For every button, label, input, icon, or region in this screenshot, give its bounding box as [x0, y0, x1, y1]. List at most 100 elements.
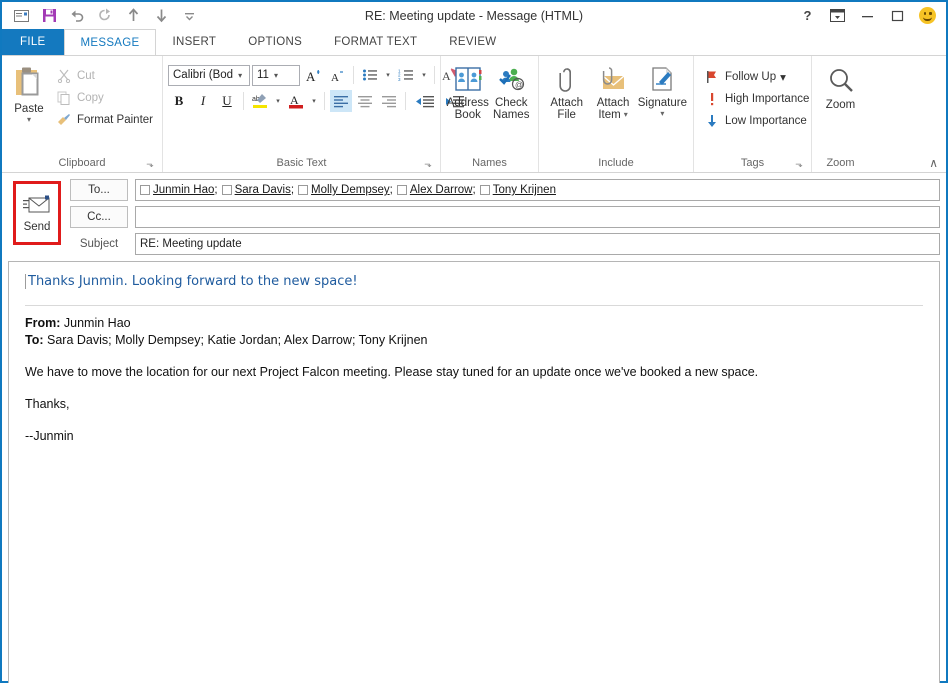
subject-label: Subject: [79, 238, 119, 250]
check-names-button[interactable]: @ Check Names: [490, 62, 534, 121]
recipient-presence-icon: [140, 185, 150, 195]
decrease-indent-button[interactable]: [411, 90, 439, 112]
recipient-token[interactable]: Sara Davis;: [221, 184, 294, 196]
svg-text:A: A: [306, 69, 316, 84]
shrink-font-button[interactable]: A: [326, 64, 348, 86]
tab-options[interactable]: OPTIONS: [232, 29, 318, 55]
to-input[interactable]: Junmin Hao; Sara Davis; Molly Dempsey; Alex…: [135, 179, 940, 201]
recipient-token[interactable]: Junmin Hao;: [140, 184, 218, 196]
low-importance-button[interactable]: Low Importance: [699, 110, 813, 132]
collapse-ribbon-icon[interactable]: ∧: [929, 156, 938, 170]
help-icon[interactable]: ?: [793, 4, 822, 28]
tab-review[interactable]: REVIEW: [433, 29, 512, 55]
paintbrush-icon: [55, 113, 73, 127]
recipient-token[interactable]: Molly Dempsey;: [298, 184, 393, 196]
align-right-button[interactable]: [378, 90, 400, 112]
maximize-icon[interactable]: [883, 4, 912, 28]
recipient-token[interactable]: Tony Krijnen: [479, 184, 556, 196]
group-label-zoom: Zoom: [817, 154, 864, 172]
copy-button[interactable]: Copy: [51, 87, 157, 109]
tab-file[interactable]: FILE: [2, 29, 64, 55]
attach-item-caret-icon[interactable]: ▾: [624, 111, 628, 119]
svg-text:A: A: [290, 93, 299, 107]
subject-input[interactable]: RE: Meeting update: [135, 233, 940, 255]
next-item-icon[interactable]: [148, 5, 174, 27]
cc-input[interactable]: [135, 206, 940, 228]
font-name-caret-icon[interactable]: ▾: [233, 71, 247, 80]
attach-item-button[interactable]: Attach Item ▾: [589, 62, 636, 121]
font-color-caret-icon[interactable]: ▾: [309, 97, 319, 105]
numbering-button[interactable]: 123: [395, 64, 417, 86]
quoted-to-label: To:: [25, 333, 44, 347]
highlight-caret-icon[interactable]: ▾: [273, 97, 283, 105]
flag-icon: [703, 70, 721, 84]
quoted-closing: Thanks,: [25, 397, 70, 411]
italic-button[interactable]: I: [192, 90, 214, 112]
send-button[interactable]: Send: [13, 181, 61, 245]
high-importance-button[interactable]: High Importance: [699, 88, 813, 110]
paste-icon: [15, 67, 39, 96]
paste-label: Paste: [14, 103, 44, 115]
clipboard-dialog-launcher[interactable]: ⬎: [145, 160, 155, 170]
attach-file-button[interactable]: Attach File: [544, 62, 589, 121]
basic-text-dialog-launcher[interactable]: ⬎: [423, 160, 433, 170]
recipient-token[interactable]: Alex Darrow;: [396, 184, 476, 196]
follow-up-button[interactable]: Follow Up ▾: [699, 66, 813, 88]
paste-caret-icon[interactable]: ▾: [27, 116, 31, 124]
grow-font-button[interactable]: A: [302, 64, 324, 86]
tab-message[interactable]: MESSAGE: [63, 29, 157, 55]
text-highlight-color-button[interactable]: ab: [249, 90, 271, 112]
ribbon-display-options-icon[interactable]: [823, 4, 852, 28]
high-importance-label: High Importance: [725, 93, 810, 105]
zoom-button[interactable]: Zoom: [817, 62, 864, 111]
signature-button[interactable]: Signature ▾: [637, 62, 688, 118]
group-label-basic-text: Basic Text ⬎: [168, 154, 435, 172]
group-label-clipboard: Clipboard ⬎: [7, 154, 157, 172]
align-center-button[interactable]: [354, 90, 376, 112]
align-left-button[interactable]: [330, 90, 352, 112]
include-group-text: Include: [598, 157, 634, 169]
quoted-to-value: Sara Davis; Molly Dempsey; Katie Jordan;…: [43, 333, 428, 347]
copy-icon: [55, 91, 73, 105]
message-body[interactable]: Thanks Junmin. Looking forward to the ne…: [8, 261, 940, 683]
save-icon[interactable]: [36, 5, 62, 27]
font-size-combo[interactable]: 11 ▾: [252, 64, 300, 86]
text-format-row: B I U ab ▾ A ▾: [168, 90, 469, 112]
bullets-button[interactable]: [359, 64, 381, 86]
undo-icon[interactable]: [64, 5, 90, 27]
cut-label: Cut: [76, 70, 95, 82]
message-icon[interactable]: [8, 5, 34, 27]
bullets-caret-icon[interactable]: ▾: [383, 71, 393, 79]
signature-caret-icon[interactable]: ▾: [660, 110, 664, 118]
font-name-combo[interactable]: Calibri (Bod ▾: [168, 64, 250, 86]
tab-format-text[interactable]: FORMAT TEXT: [318, 29, 433, 55]
group-label-tags: Tags ⬎: [699, 154, 806, 172]
underline-button[interactable]: U: [216, 90, 238, 112]
send-a-smile-icon[interactable]: [919, 7, 936, 24]
tags-dialog-launcher[interactable]: ⬎: [794, 160, 804, 170]
send-icon: [23, 195, 50, 212]
address-book-button[interactable]: Address Book: [446, 62, 490, 121]
address-book-icon: [455, 67, 482, 91]
cc-button[interactable]: Cc...: [70, 206, 128, 228]
bold-button[interactable]: B: [168, 90, 190, 112]
numbering-caret-icon[interactable]: ▾: [419, 71, 429, 79]
follow-up-caret-icon[interactable]: ▾: [780, 70, 786, 84]
down-arrow-icon: [703, 114, 721, 128]
format-painter-button[interactable]: Format Painter: [51, 109, 157, 131]
quoted-from: From: Junmin Hao: [25, 315, 923, 332]
redo-icon[interactable]: [92, 5, 118, 27]
recipient-separator: ;: [389, 184, 393, 196]
quoted-from-label: From:: [25, 316, 61, 330]
cut-button[interactable]: Cut: [51, 65, 157, 87]
recipient-name: Molly Dempsey: [311, 184, 390, 196]
previous-item-icon[interactable]: [120, 5, 146, 27]
tab-insert[interactable]: INSERT: [156, 29, 232, 55]
minimize-icon[interactable]: [853, 4, 882, 28]
to-button[interactable]: To...: [70, 179, 128, 201]
font-size-caret-icon[interactable]: ▾: [269, 71, 283, 80]
customize-qat-icon[interactable]: [176, 5, 202, 27]
recipient-name: Alex Darrow: [409, 184, 473, 196]
paste-button[interactable]: Paste ▾: [7, 62, 51, 124]
font-color-button[interactable]: A: [285, 90, 307, 112]
